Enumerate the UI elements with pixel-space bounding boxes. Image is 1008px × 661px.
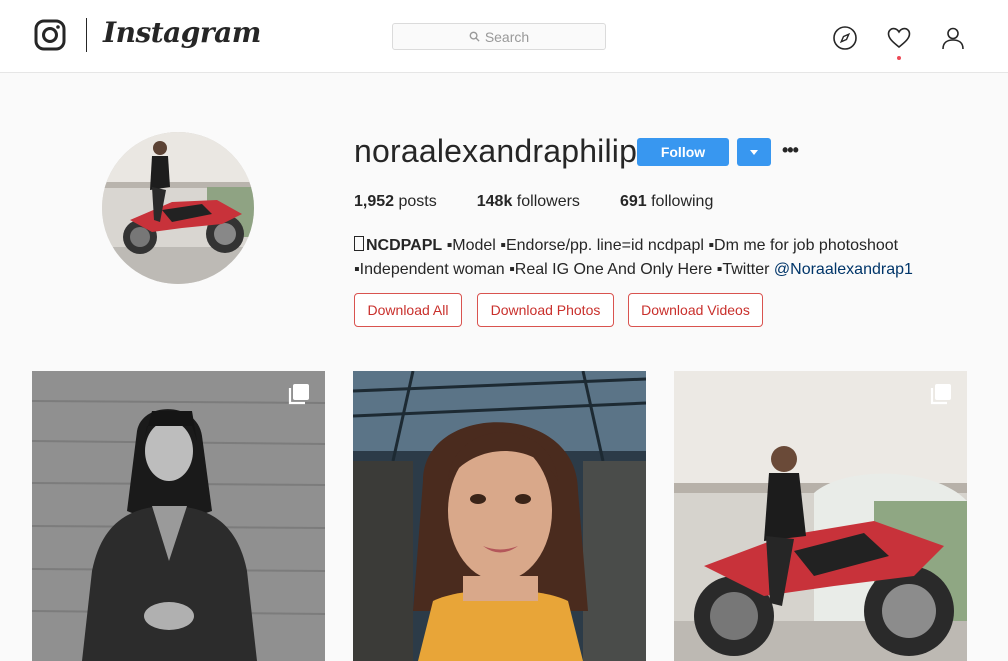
post-thumbnail[interactable] <box>353 371 646 661</box>
twitter-link[interactable]: @Noraalexandrap1 <box>774 261 913 278</box>
heart-icon[interactable] <box>886 25 912 51</box>
posts-count: 1,952 <box>354 193 395 210</box>
bio-brand: NCDPAPL <box>366 237 443 254</box>
following-count: 691 <box>619 193 647 210</box>
multiple-photos-icon <box>930 384 951 405</box>
compass-icon[interactable] <box>832 25 858 51</box>
download-photos-button[interactable]: Download Photos <box>477 293 614 327</box>
profile-username: noraalexandraphilip <box>354 133 638 169</box>
download-videos-button[interactable]: Download Videos <box>628 293 763 327</box>
person-icon[interactable] <box>940 25 966 51</box>
search-input[interactable]: Search <box>392 23 606 50</box>
multiple-photos-icon <box>288 384 309 405</box>
placeholder-glyph-icon <box>354 236 364 251</box>
search-icon <box>469 31 480 42</box>
instagram-glyph-icon[interactable] <box>34 19 66 51</box>
bio-line-1: NCDPAPL ▪Model ▪Endorse/pp. line=id ncdp… <box>354 234 954 258</box>
caret-down-icon <box>750 149 758 155</box>
more-options-icon[interactable]: ••• <box>782 140 799 161</box>
profile-avatar[interactable] <box>102 132 254 284</box>
bio-line-1-text: ▪Model ▪Endorse/pp. line=id ncdpapl ▪Dm … <box>442 237 899 254</box>
logo-divider <box>86 18 87 52</box>
posts-label: posts <box>398 193 437 210</box>
following-stat[interactable]: 691 following <box>620 193 713 211</box>
search-placeholder: Search <box>484 28 530 45</box>
followers-label: followers <box>516 193 580 210</box>
following-label: following <box>651 193 714 210</box>
post-thumbnail[interactable] <box>32 371 325 661</box>
follow-button[interactable]: Follow <box>637 138 729 166</box>
followers-count: 148k <box>476 193 513 210</box>
followers-stat[interactable]: 148k followers <box>477 193 580 211</box>
notification-dot <box>897 56 901 60</box>
download-all-button[interactable]: Download All <box>354 293 462 327</box>
bio-line-2: ▪Independent woman ▪Real IG One And Only… <box>354 258 954 282</box>
post-thumbnail[interactable] <box>674 371 967 661</box>
bio-line-2-text: ▪Independent woman ▪Real IG One And Only… <box>354 261 774 278</box>
profile-bio: NCDPAPL ▪Model ▪Endorse/pp. line=id ncdp… <box>354 234 954 282</box>
top-nav-bar: Instagram Search <box>0 0 1008 73</box>
posts-stat: 1,952 posts <box>354 193 437 211</box>
instagram-wordmark[interactable]: Instagram <box>103 16 261 49</box>
profile-stats: 1,952 posts 148k followers 691 following <box>354 193 753 211</box>
suggestions-dropdown-button[interactable] <box>737 138 771 166</box>
